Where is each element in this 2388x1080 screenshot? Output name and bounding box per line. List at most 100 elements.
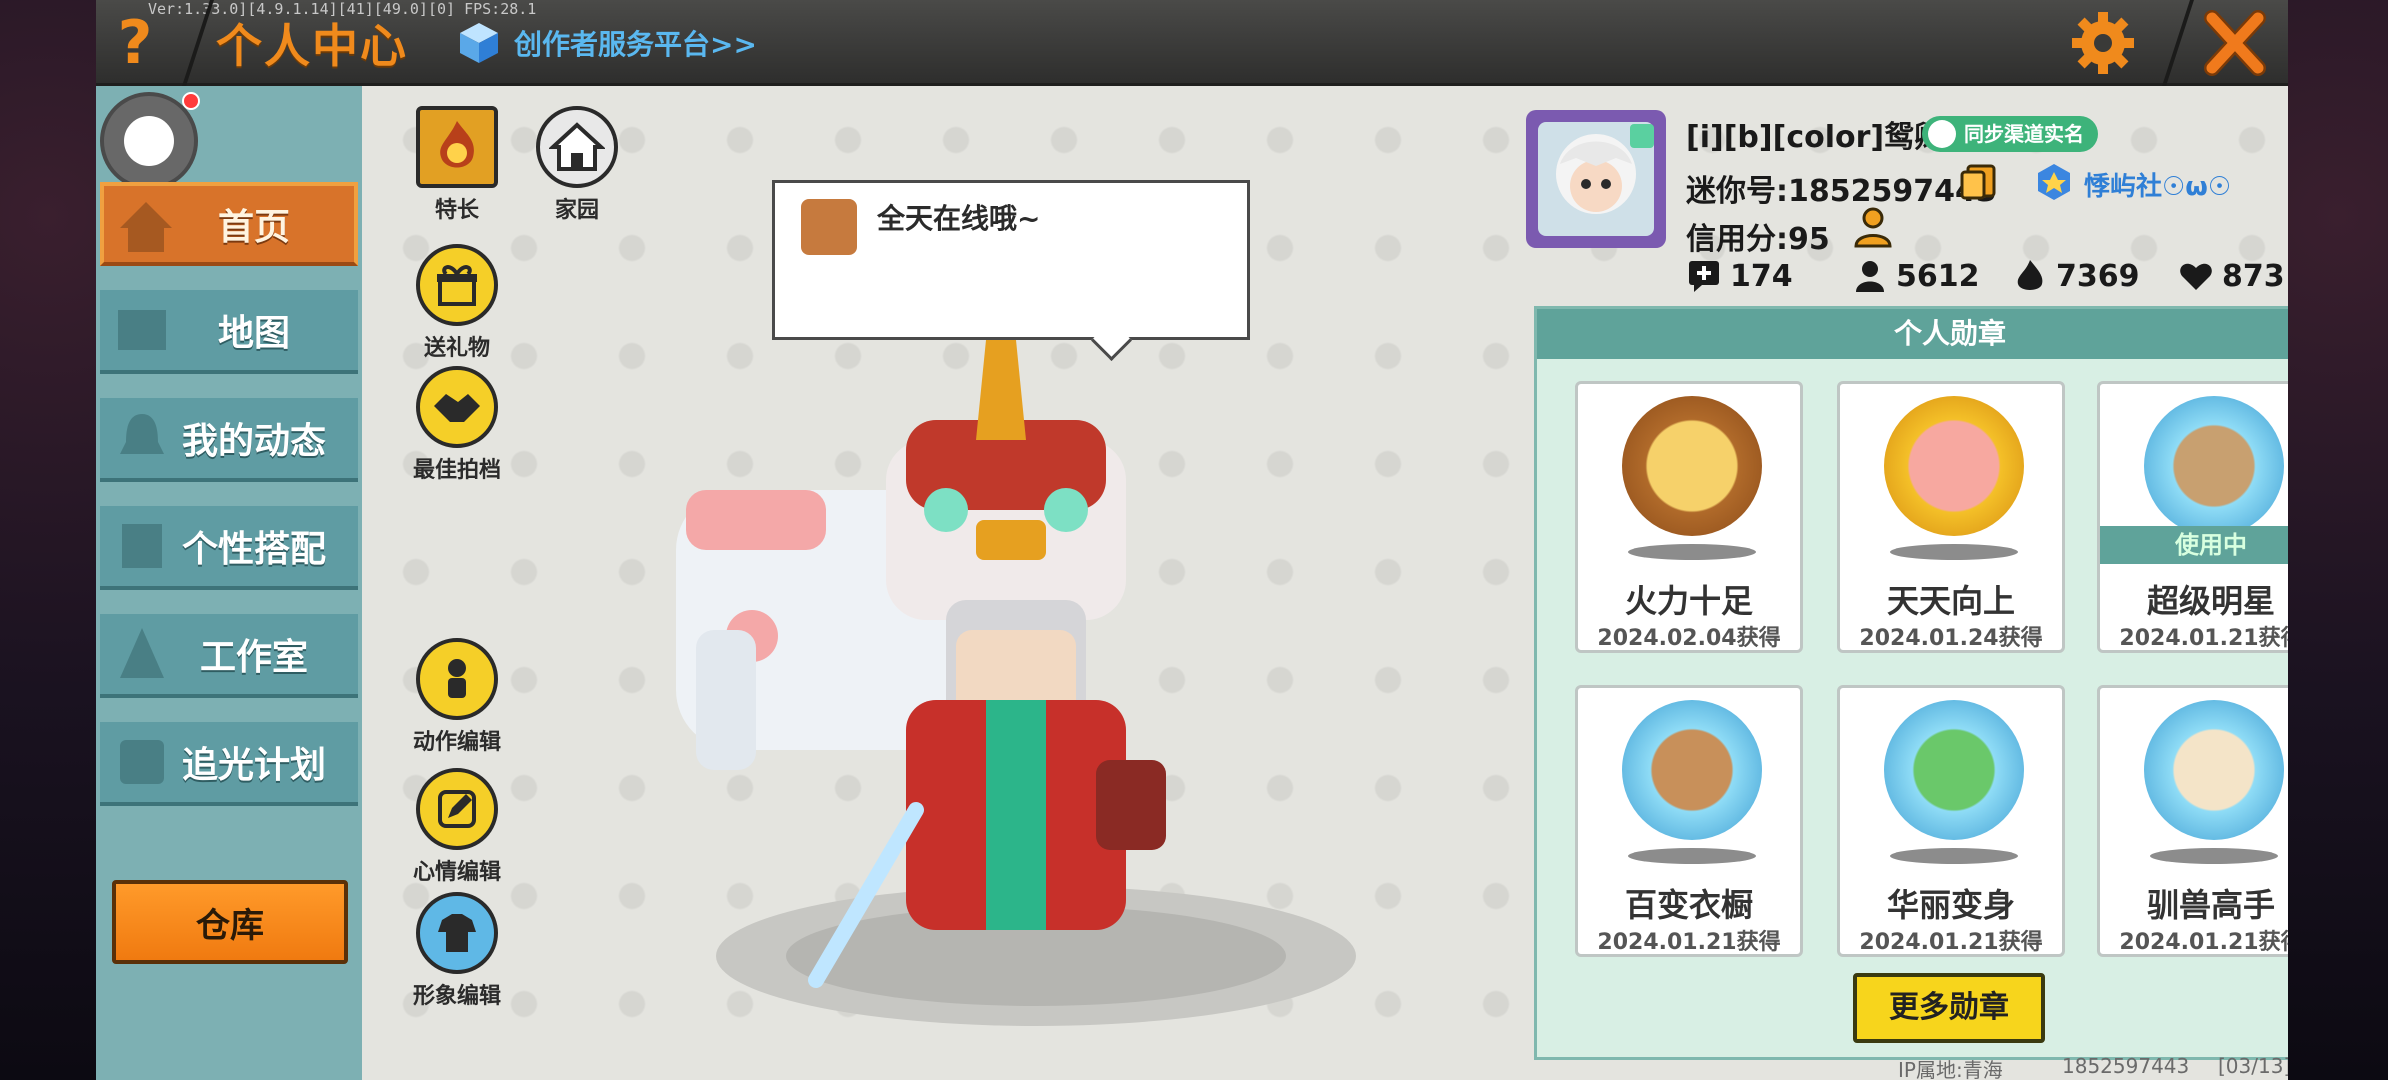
medal-card[interactable]: 使用中 超级明星 2024.01.21获得	[2097, 381, 2288, 653]
best-partner-label: 最佳拍档	[412, 458, 501, 483]
creator-platform-link[interactable]: 创作者服务平台>>	[456, 18, 757, 68]
medal-date: 2024.01.24获得	[1859, 626, 2043, 651]
medal-date: 2024.01.21获得	[1859, 930, 2043, 955]
background-right	[2288, 0, 2388, 1080]
medal-name: 华丽变身	[1886, 886, 2015, 924]
homeland-button[interactable]: 家园	[522, 106, 632, 224]
medal-date: 2024.02.04获得	[1597, 626, 1781, 651]
sidebar-item-studio[interactable]: 工作室	[100, 614, 358, 698]
menu-dot-icon	[124, 116, 174, 166]
medal-name: 天天向上	[1886, 582, 2015, 620]
mood-edit-button[interactable]: 心情编辑	[402, 768, 512, 886]
outfit-icon	[122, 524, 162, 568]
sun-medal-icon	[1884, 396, 2024, 536]
verify-icon	[1928, 120, 1956, 148]
footer-time: [03/13]10:46 0 [5	[2218, 1054, 2288, 1080]
divider	[2162, 0, 2194, 86]
gear-icon	[2072, 12, 2134, 74]
medal-shadow	[1628, 544, 1756, 560]
sidebar: 首页 地图 我的动态 个性搭配 工作室 追光计划 仓库	[96, 86, 362, 1080]
send-gift-button[interactable]: 送礼物	[402, 244, 512, 362]
status-speech-bubble[interactable]: 全天在线哦~	[772, 180, 1250, 340]
house-icon	[536, 106, 618, 188]
status-message: 全天在线哦~	[877, 202, 1041, 235]
medal-name: 驯兽高手	[2146, 886, 2275, 924]
in-use-badge: 使用中	[2100, 526, 2288, 564]
sync-badge-label: 同步渠道实名	[1964, 122, 2084, 146]
sidebar-item-map[interactable]: 地图	[100, 290, 358, 374]
medal-name: 百变衣橱	[1624, 886, 1753, 924]
background-left	[0, 0, 96, 1080]
tamer-medal-icon	[2144, 700, 2284, 840]
credit-score: 信用分:95	[1686, 222, 1830, 257]
sidebar-item-outfit[interactable]: 个性搭配	[100, 506, 358, 590]
top-bar: Ver:1.33.0][4.9.1.14][41][49.0][0] FPS:2…	[96, 0, 2288, 86]
medal-card[interactable]: 驯兽高手 2024.01.21获得	[2097, 685, 2288, 957]
treasure-medal-icon	[1622, 396, 1762, 536]
followers-count: 5612	[1896, 258, 1980, 294]
floating-menu-button[interactable]	[100, 92, 200, 190]
cube-icon	[456, 20, 502, 66]
page-title: 个人中心	[216, 19, 408, 73]
action-edit-label: 动作编辑	[412, 730, 501, 755]
character-face-icon	[801, 199, 857, 255]
medal-panel: 个人勋章 火力十足 2024.02.04获得 天天向上 2024.01.24获得…	[1534, 306, 2288, 1060]
sidebar-item-label: 我的动态	[181, 421, 326, 462]
more-medals-button[interactable]: 更多勋章	[1853, 973, 2045, 1043]
medal-shadow	[1890, 848, 2018, 864]
stat-posts: 174	[1686, 258, 1793, 294]
profile-panel: Ver:1.33.0][4.9.1.14][41][49.0][0] FPS:2…	[96, 0, 2288, 1080]
creator-link-label: 创作者服务平台>>	[514, 28, 757, 61]
handshake-icon	[416, 366, 498, 448]
gift-icon	[416, 244, 498, 326]
medal-card[interactable]: 天天向上 2024.01.24获得	[1837, 381, 2065, 653]
club-name[interactable]: 悸屿社☉ω☉	[2084, 166, 2231, 203]
medal-header: 个人勋章	[1537, 309, 2288, 359]
sync-realname-badge[interactable]: 同步渠道实名	[1922, 116, 2098, 152]
sidebar-item-home[interactable]: 首页	[100, 182, 358, 266]
sidebar-item-moments[interactable]: 我的动态	[100, 398, 358, 482]
homeland-label: 家园	[554, 198, 599, 223]
outfit-edit-icon	[416, 892, 498, 974]
stat-likes: 873	[2178, 258, 2285, 294]
action-edit-button[interactable]: 动作编辑	[402, 638, 512, 756]
home-icon	[120, 202, 172, 252]
user-avatar[interactable]	[1520, 104, 1672, 254]
heart-icon	[2180, 263, 2212, 290]
studio-icon	[120, 628, 164, 678]
fire-icon	[2017, 260, 2043, 290]
sidebar-item-label: 追光计划	[181, 745, 326, 786]
medal-shadow	[1890, 544, 2018, 560]
ip-location: IP属地:青海	[1898, 1058, 2003, 1080]
medal-card[interactable]: 华丽变身 2024.01.21获得	[1837, 685, 2065, 957]
copy-icon[interactable]	[1958, 162, 1998, 202]
specialty-label: 特长	[434, 198, 479, 223]
map-icon	[118, 310, 166, 350]
medal-card[interactable]: 百变衣橱 2024.01.21获得	[1575, 685, 1803, 957]
close-button[interactable]	[2200, 6, 2270, 80]
send-gift-label: 送礼物	[423, 336, 490, 361]
medal-date: 2024.01.21获得	[2119, 626, 2288, 651]
mood-edit-label: 心情编辑	[412, 860, 501, 885]
plan-icon	[120, 740, 164, 784]
specialty-button[interactable]: 特长	[402, 106, 512, 224]
character-model[interactable]	[656, 340, 1416, 1060]
image-edit-label: 形象编辑	[412, 984, 501, 1009]
sidebar-item-label: 工作室	[199, 637, 308, 678]
best-partner-button[interactable]: 最佳拍档	[402, 366, 512, 484]
footer-uid: 1852597443	[2062, 1054, 2190, 1078]
person-icon[interactable]	[1852, 206, 1894, 248]
likes-count: 873	[2222, 258, 2285, 294]
wardrobe-medal-icon	[1622, 700, 1762, 840]
medal-card[interactable]: 火力十足 2024.02.04获得	[1575, 381, 1803, 653]
sidebar-item-light-plan[interactable]: 追光计划	[100, 722, 358, 806]
stat-followers: 5612	[1852, 258, 1980, 294]
club-icon[interactable]	[2034, 162, 2074, 202]
image-edit-button[interactable]: 形象编辑	[402, 892, 512, 1010]
warehouse-button[interactable]: 仓库	[112, 880, 348, 964]
help-button[interactable]: ?	[104, 6, 166, 80]
settings-button[interactable]	[2068, 8, 2138, 78]
popularity-count: 7369	[2056, 258, 2140, 294]
medal-date: 2024.01.21获得	[1597, 930, 1781, 955]
transform-medal-icon	[1884, 700, 2024, 840]
